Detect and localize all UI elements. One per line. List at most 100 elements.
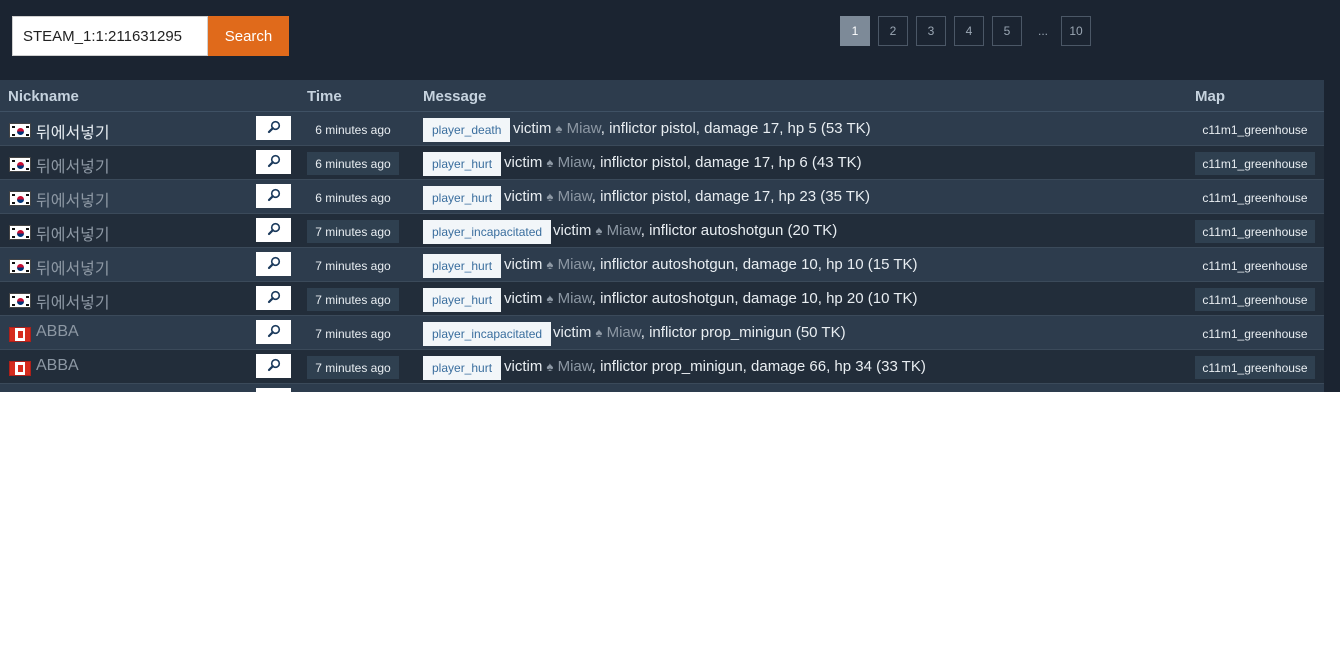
victim-name[interactable]: Miaw [558, 358, 592, 375]
player-nickname[interactable]: ABBA [36, 323, 79, 341]
south-korea-flag-icon [9, 225, 31, 240]
search-button[interactable]: Search [208, 16, 289, 56]
player-nickname[interactable]: 뒤에서넣기 [36, 255, 110, 279]
magnifier-icon [267, 324, 281, 341]
player-nickname[interactable]: 뒤에서넣기 [36, 119, 110, 143]
page-button-2[interactable]: 2 [878, 16, 908, 46]
victim-prefix: victim [504, 154, 543, 171]
spade-icon: ♠ [595, 325, 603, 340]
event-type-badge[interactable]: player_hurt [423, 186, 502, 210]
map-badge[interactable]: c11m1_greenhouse [1195, 254, 1315, 277]
page-button-4[interactable]: 4 [954, 16, 984, 46]
player-nickname[interactable]: 뒤에서넣기 [36, 289, 110, 313]
map-badge[interactable]: c11m1_greenhouse [1195, 152, 1315, 175]
event-message: victim ♠ Miaw, inflictor autoshotgun, da… [504, 290, 918, 307]
victim-prefix: victim [504, 188, 543, 205]
column-header-nickname[interactable]: Nickname [8, 88, 79, 105]
map-badge[interactable]: c11m1_greenhouse [1195, 356, 1315, 379]
table-row: 뒤에서넣기 6 minutes ago player_hurt victim ♠ Mi… [0, 146, 1324, 180]
event-details: , inflictor pistol, damage 17, hp 6 (43 … [591, 154, 862, 171]
spade-icon: ♠ [546, 359, 554, 374]
player-nickname[interactable]: ABBA [36, 357, 79, 375]
magnifier-icon [267, 222, 281, 239]
event-details: , inflictor prop_minigun (50 TK) [640, 324, 846, 341]
victim-name[interactable]: Miaw [567, 120, 601, 137]
event-type-badge[interactable]: player_death [423, 118, 511, 142]
map-badge[interactable]: c11m1_greenhouse [1195, 186, 1315, 209]
column-header-time[interactable]: Time [307, 88, 342, 105]
magnifier-icon [267, 290, 281, 307]
map-badge[interactable]: c11m1_greenhouse [1195, 118, 1315, 141]
victim-name[interactable]: Miaw [558, 256, 592, 273]
table-row: 뒤에서넣기 6 minutes ago player_hurt victim ♠ Mi… [0, 180, 1324, 214]
event-time: 7 minutes ago [307, 356, 399, 379]
magnifier-icon [267, 120, 281, 137]
page-button-5[interactable]: 5 [992, 16, 1022, 46]
event-message: victim ♠ Miaw, inflictor autoshotgun, da… [504, 256, 918, 273]
player-nickname[interactable]: 뒤에서넣기 [36, 221, 110, 245]
lookup-button[interactable] [256, 252, 291, 276]
victim-prefix: victim [553, 324, 592, 341]
steam-id-search-input[interactable] [12, 16, 208, 56]
page-button-10[interactable]: 10 [1061, 16, 1091, 46]
victim-prefix: victim [504, 256, 543, 273]
map-badge[interactable]: c11m1_greenhouse [1195, 220, 1315, 243]
lookup-button[interactable] [256, 388, 291, 392]
magnifier-icon [267, 256, 281, 273]
event-details: , inflictor prop_minigun, damage 66, hp … [591, 358, 926, 375]
victim-name[interactable]: Miaw [558, 188, 592, 205]
lookup-button[interactable] [256, 184, 291, 208]
event-type-badge[interactable]: player_incapacitated [423, 220, 552, 244]
event-details: , inflictor autoshotgun, damage 10, hp 1… [591, 256, 918, 273]
event-message: victim ♠ Miaw, inflictor pistol, damage … [513, 120, 871, 137]
victim-name[interactable]: Miaw [558, 154, 592, 171]
event-message: victim ♠ Miaw, inflictor prop_minigun (5… [553, 324, 846, 341]
event-time: 6 minutes ago [307, 152, 399, 175]
event-details: , inflictor autoshotgun (20 TK) [640, 222, 838, 239]
lookup-button[interactable] [256, 116, 291, 140]
app: Search 12345... 10 Nickname Time Message … [0, 0, 1340, 392]
lookup-button[interactable] [256, 218, 291, 242]
event-time: 7 minutes ago [307, 254, 399, 277]
event-time: 6 minutes ago [307, 118, 399, 141]
south-korea-flag-icon [9, 191, 31, 206]
spade-icon: ♠ [595, 223, 603, 238]
events-table: Nickname Time Message Map 뒤에서넣기 6 minutes… [0, 80, 1324, 392]
map-badge[interactable]: c11m1_greenhouse [1195, 322, 1315, 345]
table-row: ABBA 7 minutes ago player_hurt victim ♠ Mia… [0, 350, 1324, 384]
lookup-button[interactable] [256, 354, 291, 378]
map-badge[interactable]: c11m1_greenhouse [1195, 288, 1315, 311]
spade-icon: ♠ [546, 189, 554, 204]
event-time: 7 minutes ago [307, 220, 399, 243]
lookup-button[interactable] [256, 150, 291, 174]
lookup-button[interactable] [256, 286, 291, 310]
canada-flag-icon [9, 361, 31, 376]
spade-icon: ♠ [546, 155, 554, 170]
event-type-badge[interactable]: player_hurt [423, 356, 502, 380]
victim-name[interactable]: Miaw [607, 324, 641, 341]
south-korea-flag-icon [9, 259, 31, 274]
column-header-message[interactable]: Message [423, 88, 486, 105]
event-type-badge[interactable]: player_hurt [423, 254, 502, 278]
page-button-3[interactable]: 3 [916, 16, 946, 46]
spade-icon: ♠ [546, 257, 554, 272]
player-nickname[interactable]: 뒤에서넣기 [36, 153, 110, 177]
column-header-map[interactable]: Map [1195, 88, 1225, 105]
table-row [0, 384, 1324, 392]
south-korea-flag-icon [9, 293, 31, 308]
table-row: 뒤에서넣기 7 minutes ago player_hurt victim ♠ Mi… [0, 248, 1324, 282]
victim-name[interactable]: Miaw [607, 222, 641, 239]
canada-flag-icon [9, 327, 31, 342]
player-nickname[interactable]: 뒤에서넣기 [36, 187, 110, 211]
event-details: , inflictor pistol, damage 17, hp 5 (53 … [600, 120, 871, 137]
victim-name[interactable]: Miaw [558, 290, 592, 307]
page-button-1[interactable]: 1 [840, 16, 870, 46]
victim-prefix: victim [504, 290, 543, 307]
event-type-badge[interactable]: player_incapacitated [423, 322, 552, 346]
victim-prefix: victim [553, 222, 592, 239]
lookup-button[interactable] [256, 320, 291, 344]
event-type-badge[interactable]: player_hurt [423, 152, 502, 176]
spade-icon: ♠ [546, 291, 554, 306]
event-type-badge[interactable]: player_hurt [423, 288, 502, 312]
event-time: 7 minutes ago [307, 288, 399, 311]
